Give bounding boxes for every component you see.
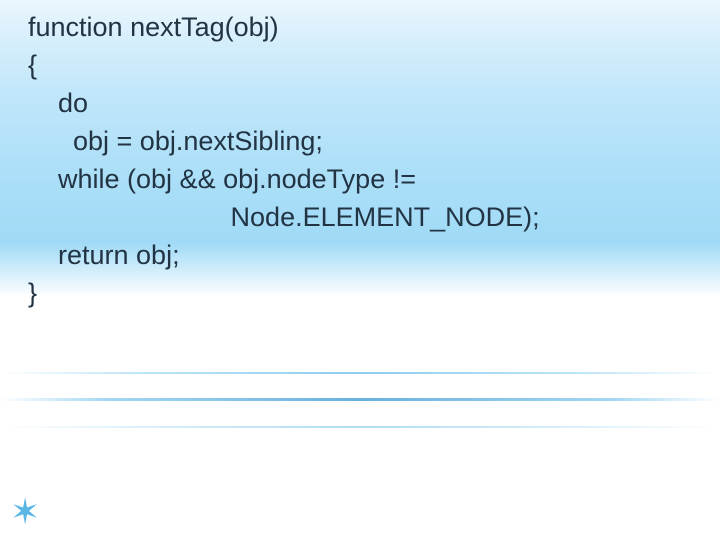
code-line: return obj; bbox=[28, 240, 180, 270]
slide: ✶ function nextTag(obj) { do obj = obj.n… bbox=[0, 0, 720, 540]
star-icon: ✶ bbox=[10, 494, 40, 530]
decor-line-1 bbox=[0, 372, 720, 374]
code-block: function nextTag(obj) { do obj = obj.nex… bbox=[28, 8, 700, 312]
code-line: function nextTag(obj) bbox=[28, 12, 279, 42]
code-line: { bbox=[28, 50, 37, 80]
code-line: Node.ELEMENT_NODE); bbox=[28, 202, 540, 232]
code-line: } bbox=[28, 278, 37, 308]
decor-line-3 bbox=[0, 426, 720, 428]
code-line: do bbox=[28, 88, 88, 118]
code-line: while (obj && obj.nodeType != bbox=[28, 164, 416, 194]
decor-line-2 bbox=[0, 398, 720, 401]
code-line: obj = obj.nextSibling; bbox=[28, 126, 323, 156]
